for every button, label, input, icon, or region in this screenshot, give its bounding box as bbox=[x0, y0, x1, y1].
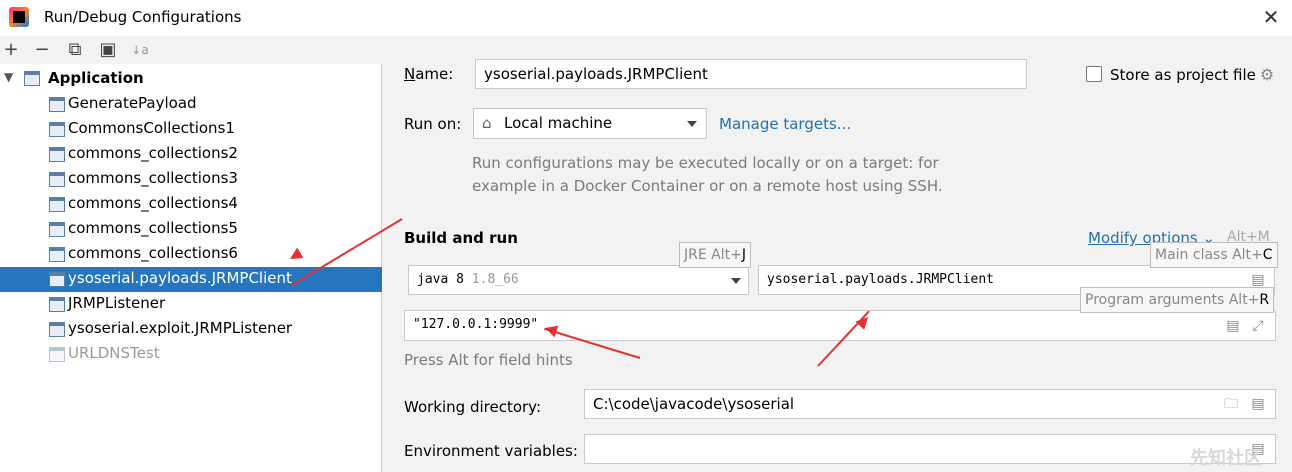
jre-version: 1.8_66 bbox=[471, 272, 519, 287]
insert-macro-icon[interactable]: ▤ bbox=[1250, 395, 1266, 413]
application-config-icon bbox=[49, 347, 65, 362]
tree-item-label: ysoserial.exploit.JRMPListener bbox=[68, 319, 293, 337]
environment-variables-field[interactable] bbox=[584, 434, 1276, 464]
application-config-icon bbox=[49, 97, 65, 112]
program-arguments-field-hint: Program arguments Alt+R bbox=[1080, 287, 1275, 313]
tree-item[interactable]: ysoserial.payloads.JRMPClient bbox=[0, 267, 382, 292]
tree-item[interactable]: URLDNSTest bbox=[0, 342, 382, 367]
copy-icon[interactable]: ⧉ bbox=[65, 39, 85, 61]
field-hints-text: Press Alt for field hints bbox=[404, 351, 573, 369]
tree-item-label: commons_collections6 bbox=[68, 244, 238, 262]
tree-item-label: URLDNSTest bbox=[68, 344, 160, 362]
configuration-form: Name: ysoserial.payloads.JRMPClient Stor… bbox=[383, 36, 1292, 472]
tree-item[interactable]: commons_collections4 bbox=[0, 192, 382, 217]
configuration-tree: ▼ Application GeneratePayload CommonsColl… bbox=[0, 64, 382, 472]
gear-icon[interactable]: ⚙ bbox=[1259, 66, 1275, 84]
insert-macro-icon[interactable]: ▤ bbox=[1225, 317, 1241, 335]
application-config-icon bbox=[49, 297, 65, 312]
program-arguments-field[interactable]: "127.0.0.1:9999" bbox=[404, 310, 1276, 341]
store-as-project-label: Store as project file bbox=[1110, 66, 1256, 84]
run-on-dropdown[interactable]: ⌂ Local machine bbox=[473, 108, 707, 139]
add-icon[interactable]: + bbox=[1, 39, 21, 61]
tree-item[interactable]: GeneratePayload bbox=[0, 92, 382, 117]
jre-field-hint: JRE Alt+J bbox=[679, 242, 751, 268]
title-bar: Run/Debug Configurations ✕ bbox=[0, 0, 1292, 36]
working-directory-field[interactable]: C:\code\javacode\ysoserial bbox=[584, 389, 1276, 419]
tree-item[interactable]: commons_collections5 bbox=[0, 217, 382, 242]
run-on-hint-line-1: Run configurations may be executed local… bbox=[472, 154, 939, 172]
tree-root-label: Application bbox=[48, 69, 144, 87]
chevron-down-icon[interactable]: ▼ bbox=[4, 70, 18, 88]
application-config-icon bbox=[49, 222, 65, 237]
manage-targets-link[interactable]: Manage targets... bbox=[719, 115, 851, 133]
expand-icon[interactable]: ⤢ bbox=[1250, 317, 1266, 335]
run-on-label: Run on: bbox=[404, 115, 462, 133]
application-config-icon bbox=[49, 172, 65, 187]
application-config-icon bbox=[49, 122, 65, 137]
tree-item-label: GeneratePayload bbox=[68, 94, 197, 112]
tree-root-application[interactable]: ▼ Application bbox=[0, 67, 382, 91]
run-on-hint-line-2: example in a Docker Container or on a re… bbox=[472, 177, 943, 195]
build-and-run-heading: Build and run bbox=[404, 229, 518, 247]
home-icon: ⌂ bbox=[482, 114, 492, 132]
tree-item-label: commons_collections4 bbox=[68, 194, 238, 212]
watermark: 先知社区 bbox=[1190, 448, 1262, 469]
jre-value: java 8 bbox=[417, 272, 464, 287]
application-config-icon bbox=[49, 247, 65, 262]
working-directory-label: Working directory: bbox=[404, 398, 542, 416]
tree-item[interactable]: commons_collections2 bbox=[0, 142, 382, 167]
tree-item[interactable]: ysoserial.exploit.JRMPListener bbox=[0, 317, 382, 342]
tree-toolbar: + − ⧉ ▣ ↓a bbox=[0, 36, 382, 64]
chevron-down-icon bbox=[731, 278, 741, 284]
tree-item-label: commons_collections2 bbox=[68, 144, 238, 162]
environment-variables-label: Environment variables: bbox=[404, 442, 578, 460]
name-field[interactable]: ysoserial.payloads.JRMPClient bbox=[475, 59, 1027, 89]
jre-dropdown[interactable]: java 8 1.8_66 bbox=[408, 265, 749, 295]
sort-icon[interactable]: ↓a bbox=[130, 39, 150, 61]
tree-item[interactable]: CommonsCollections1 bbox=[0, 117, 382, 142]
folder-icon[interactable]: 🗀 bbox=[1223, 395, 1239, 413]
main-class-field-hint: Main class Alt+C bbox=[1150, 242, 1278, 268]
application-config-icon bbox=[49, 197, 65, 212]
application-config-icon bbox=[49, 272, 65, 287]
window-title: Run/Debug Configurations bbox=[44, 8, 242, 26]
tree-item[interactable]: JRMPListener bbox=[0, 292, 382, 317]
tree-item-label: ysoserial.payloads.JRMPClient bbox=[68, 269, 292, 287]
tree-item-label: commons_collections3 bbox=[68, 169, 238, 187]
name-label: Name: bbox=[404, 65, 454, 83]
store-as-project-checkbox[interactable] bbox=[1086, 66, 1102, 82]
chevron-down-icon bbox=[687, 121, 697, 127]
intellij-logo-icon bbox=[9, 7, 29, 27]
tree-item-label: CommonsCollections1 bbox=[68, 119, 235, 137]
application-config-icon bbox=[49, 322, 65, 337]
tree-item[interactable]: commons_collections3 bbox=[0, 167, 382, 192]
new-folder-icon[interactable]: ▣ bbox=[98, 39, 118, 61]
run-on-value: Local machine bbox=[504, 114, 613, 132]
tree-item-label: JRMPListener bbox=[68, 294, 166, 312]
application-config-icon bbox=[49, 147, 65, 162]
tree-item-label: commons_collections5 bbox=[68, 219, 238, 237]
application-icon bbox=[24, 71, 40, 86]
remove-icon[interactable]: − bbox=[32, 39, 52, 61]
close-button[interactable]: ✕ bbox=[1258, 4, 1284, 30]
